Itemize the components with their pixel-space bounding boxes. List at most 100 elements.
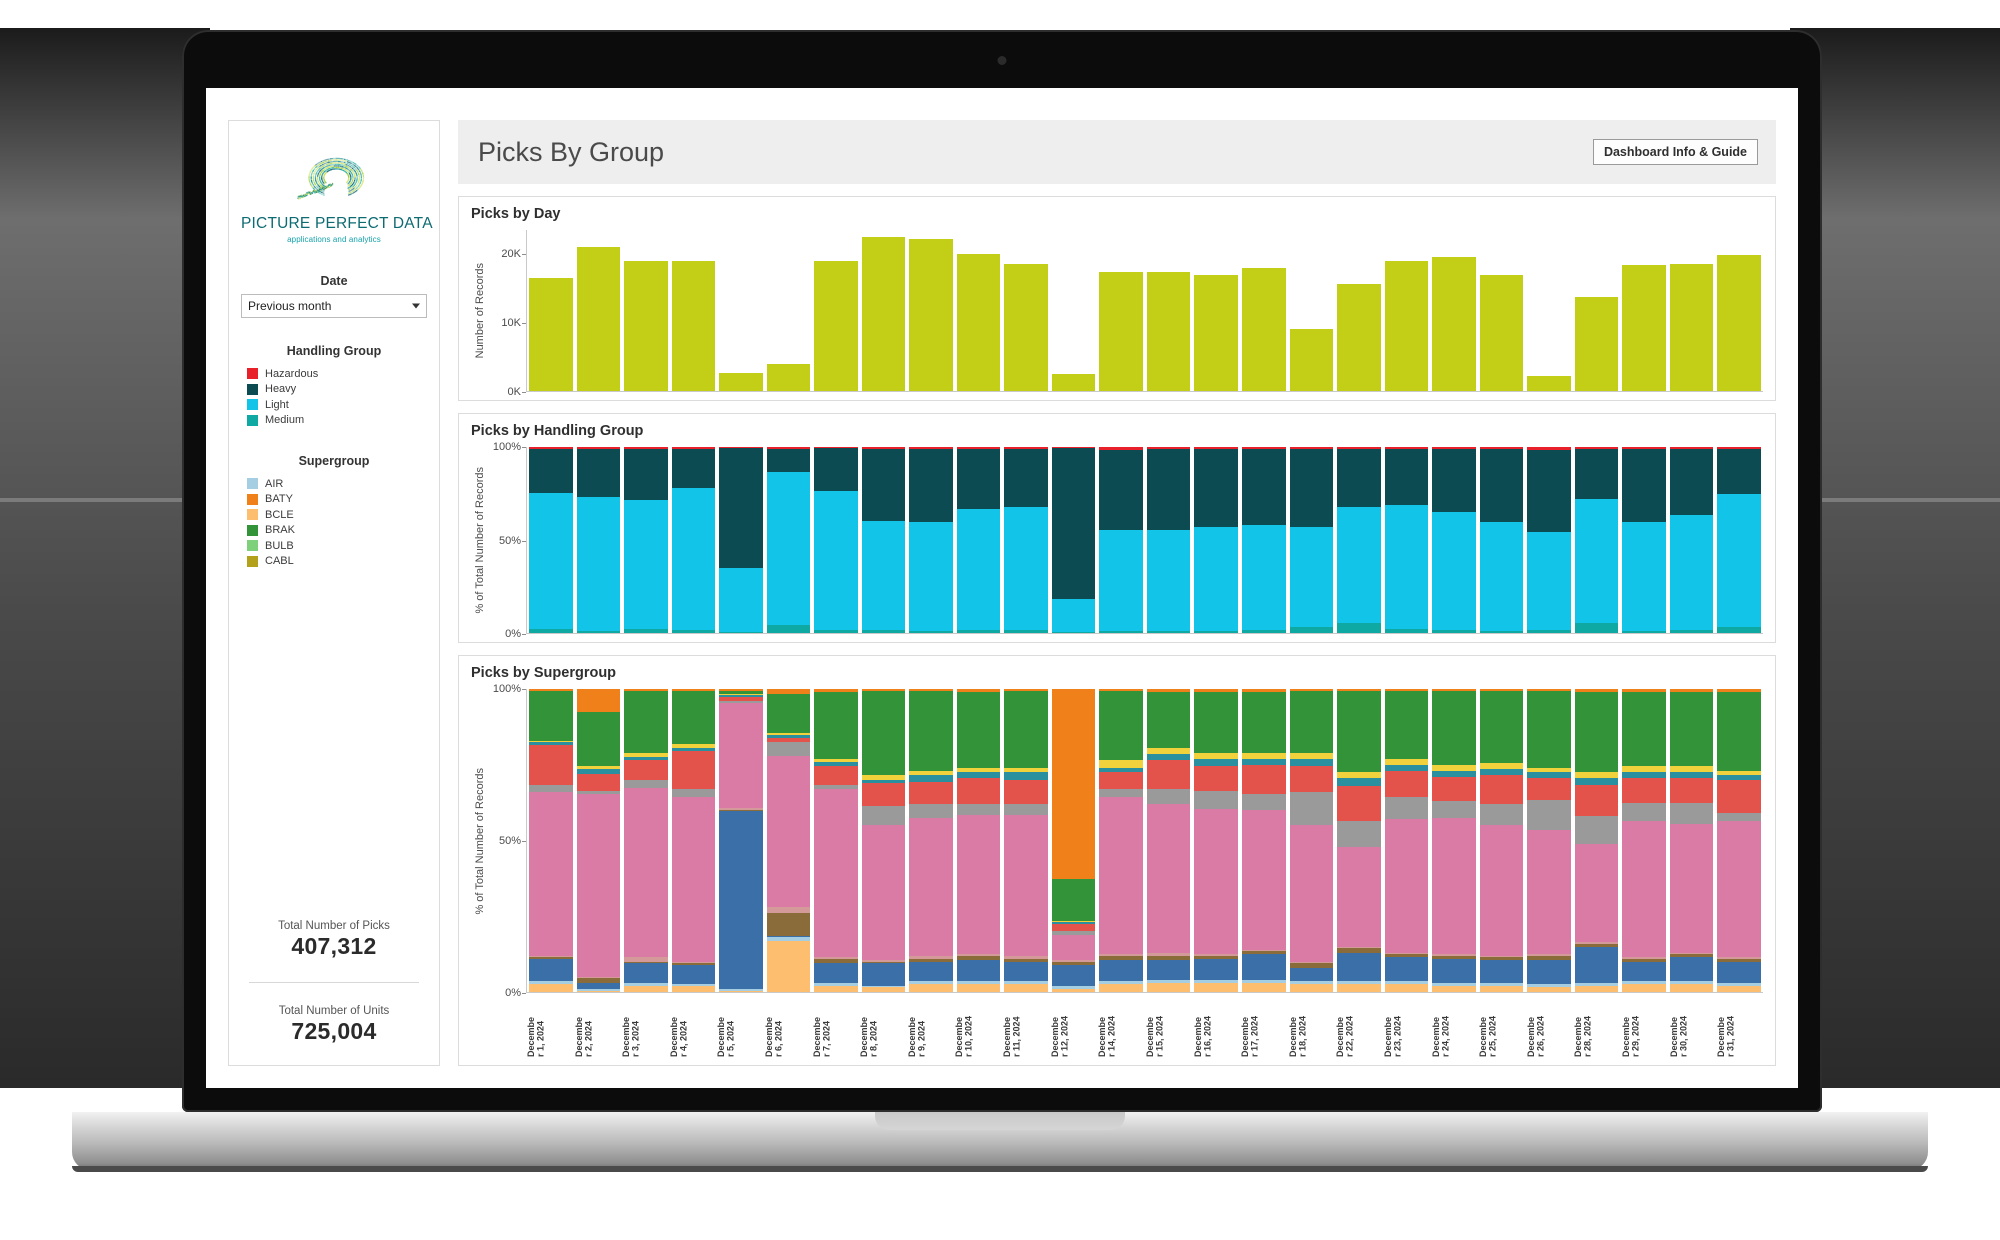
bar-column[interactable] xyxy=(1717,230,1761,391)
bar-column[interactable] xyxy=(957,447,1001,633)
bar-column[interactable] xyxy=(1575,447,1619,633)
bar-column[interactable] xyxy=(814,230,858,391)
legend-item[interactable]: Light xyxy=(247,397,427,413)
stack-segment xyxy=(1004,815,1048,956)
bar-column[interactable] xyxy=(1004,230,1048,391)
bar-column[interactable] xyxy=(1670,230,1714,391)
bar-column[interactable] xyxy=(1385,230,1429,391)
legend-item[interactable]: BCLE xyxy=(247,507,427,523)
bar-column[interactable] xyxy=(672,230,716,391)
bar-column[interactable] xyxy=(1575,689,1619,992)
bar-column[interactable] xyxy=(1670,447,1714,633)
bar-column[interactable] xyxy=(529,447,573,633)
bar-column[interactable] xyxy=(1717,447,1761,633)
bar-column[interactable] xyxy=(1480,230,1524,391)
legend-item[interactable]: CABL xyxy=(247,554,427,570)
bar-column[interactable] xyxy=(529,230,573,391)
bar-column[interactable] xyxy=(624,447,668,633)
bar-column[interactable] xyxy=(1194,689,1238,992)
legend-item[interactable]: Hazardous xyxy=(247,366,427,382)
bar-column[interactable] xyxy=(1480,447,1524,633)
bar-column[interactable] xyxy=(719,689,763,992)
bar-column[interactable] xyxy=(577,689,621,992)
bar-column[interactable] xyxy=(624,230,668,391)
chart-picks-by-supergroup: % of Total Number of Records 0% 50% 100% xyxy=(471,689,1763,993)
bar-column[interactable] xyxy=(1527,689,1571,992)
bar-column[interactable] xyxy=(1337,689,1381,992)
legend-item[interactable]: Medium xyxy=(247,413,427,429)
bar-column[interactable] xyxy=(862,689,906,992)
bar-column[interactable] xyxy=(1432,447,1476,633)
bar-column[interactable] xyxy=(1337,447,1381,633)
bar-column[interactable] xyxy=(1432,689,1476,992)
bar-column[interactable] xyxy=(1575,230,1619,391)
bar-column[interactable] xyxy=(1290,230,1334,391)
bar-column[interactable] xyxy=(719,447,763,633)
bar-column[interactable] xyxy=(909,447,953,633)
bar-column[interactable] xyxy=(1527,447,1571,633)
bar-column[interactable] xyxy=(1147,689,1191,992)
bar-column[interactable] xyxy=(1004,689,1048,992)
date-filter-select[interactable]: Previous month xyxy=(241,294,427,318)
bar-column[interactable] xyxy=(1242,230,1286,391)
bar-column[interactable] xyxy=(1480,689,1524,992)
bar-column[interactable] xyxy=(957,689,1001,992)
bar-column[interactable] xyxy=(1717,689,1761,992)
stack-segment xyxy=(1147,692,1191,748)
bar-column[interactable] xyxy=(814,447,858,633)
bar-column[interactable] xyxy=(1147,230,1191,391)
stack-segment xyxy=(862,691,906,776)
bar-column[interactable] xyxy=(767,447,811,633)
legend-swatch-icon xyxy=(247,368,258,379)
bar-column[interactable] xyxy=(1194,447,1238,633)
bar-column[interactable] xyxy=(1290,689,1334,992)
bar-column[interactable] xyxy=(672,447,716,633)
bar-column[interactable] xyxy=(1670,689,1714,992)
stack-segment xyxy=(1147,804,1191,952)
bar-column[interactable] xyxy=(767,230,811,391)
bar-column[interactable] xyxy=(1147,447,1191,633)
bar-column[interactable] xyxy=(862,447,906,633)
bar-column[interactable] xyxy=(1527,230,1571,391)
bar-column[interactable] xyxy=(1099,230,1143,391)
bar-column[interactable] xyxy=(672,689,716,992)
bar-column[interactable] xyxy=(1242,447,1286,633)
legend-item[interactable]: BATY xyxy=(247,492,427,508)
bar-column[interactable] xyxy=(1432,230,1476,391)
bar-column[interactable] xyxy=(1099,447,1143,633)
bar-column[interactable] xyxy=(1385,689,1429,992)
bar xyxy=(1242,268,1286,391)
bar-column[interactable] xyxy=(1004,447,1048,633)
legend-item[interactable]: BULB xyxy=(247,538,427,554)
bar-column[interactable] xyxy=(1622,689,1666,992)
bar-column[interactable] xyxy=(529,689,573,992)
bar-column[interactable] xyxy=(1052,230,1096,391)
bar-column[interactable] xyxy=(577,230,621,391)
bar-column[interactable] xyxy=(1385,447,1429,633)
bar-column[interactable] xyxy=(862,230,906,391)
bar-column[interactable] xyxy=(1622,447,1666,633)
bar-column[interactable] xyxy=(909,689,953,992)
legend-item[interactable]: Heavy xyxy=(247,382,427,398)
bar-column[interactable] xyxy=(1194,230,1238,391)
legend-item[interactable]: AIR xyxy=(247,476,427,492)
dashboard-info-guide-button[interactable]: Dashboard Info & Guide xyxy=(1593,139,1758,165)
bar-column[interactable] xyxy=(719,230,763,391)
legend-item[interactable]: BRAK xyxy=(247,523,427,539)
stack-segment xyxy=(1290,759,1334,767)
bar-column[interactable] xyxy=(767,689,811,992)
bar-column[interactable] xyxy=(1242,689,1286,992)
bar-column[interactable] xyxy=(909,230,953,391)
bar-column[interactable] xyxy=(1290,447,1334,633)
stack-segment xyxy=(1290,527,1334,627)
bar-column[interactable] xyxy=(957,230,1001,391)
bar-column[interactable] xyxy=(624,689,668,992)
bar-column[interactable] xyxy=(1099,689,1143,992)
bar-column[interactable] xyxy=(1052,447,1096,633)
bar-column[interactable] xyxy=(1622,230,1666,391)
bar-column[interactable] xyxy=(1052,689,1096,992)
stacked-bar xyxy=(719,689,763,992)
bar-column[interactable] xyxy=(577,447,621,633)
bar-column[interactable] xyxy=(814,689,858,992)
bar-column[interactable] xyxy=(1337,230,1381,391)
